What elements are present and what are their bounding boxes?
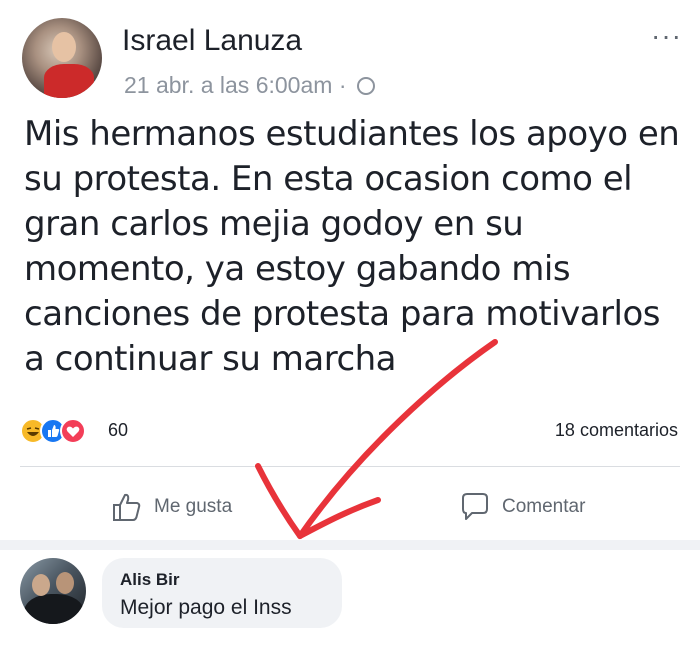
reactions-summary[interactable]: 60 18 comentarios [20, 418, 680, 448]
post-timestamp[interactable]: 21 abr. a las 6:00am [124, 72, 332, 98]
post-body-text: Mis hermanos estudiantes los apoyo en su… [24, 114, 680, 379]
section-separator [0, 540, 700, 550]
thumbs-up-icon [113, 493, 141, 521]
comment-text: Mejor pago el Inss [120, 596, 292, 619]
commenter-name[interactable]: Alis Bir [120, 570, 180, 590]
author-avatar[interactable] [22, 18, 102, 98]
like-button[interactable]: Me gusta [110, 487, 232, 527]
divider [20, 466, 680, 467]
comment-button-label: Comentar [502, 496, 586, 517]
more-options-icon[interactable]: ··· [651, 20, 682, 52]
reaction-count: 60 [108, 420, 129, 440]
meta-separator: · [338, 72, 347, 98]
globe-icon [356, 77, 375, 95]
like-button-label: Me gusta [154, 496, 233, 517]
author-name[interactable]: Israel Lanuza [122, 24, 302, 58]
love-reaction-icon [60, 418, 86, 444]
comment-bubble-icon [462, 493, 488, 520]
comment-count[interactable]: 18 comentarios [555, 420, 678, 441]
comment-bubble: Alis Bir Mejor pago el Inss [102, 558, 342, 628]
commenter-avatar[interactable] [20, 558, 86, 624]
comment-button[interactable]: Comentar [458, 487, 585, 527]
post-meta: 21 abr. a las 6:00am · [124, 72, 375, 99]
post-header: Israel Lanuza 21 abr. a las 6:00am · ··· [22, 18, 682, 108]
